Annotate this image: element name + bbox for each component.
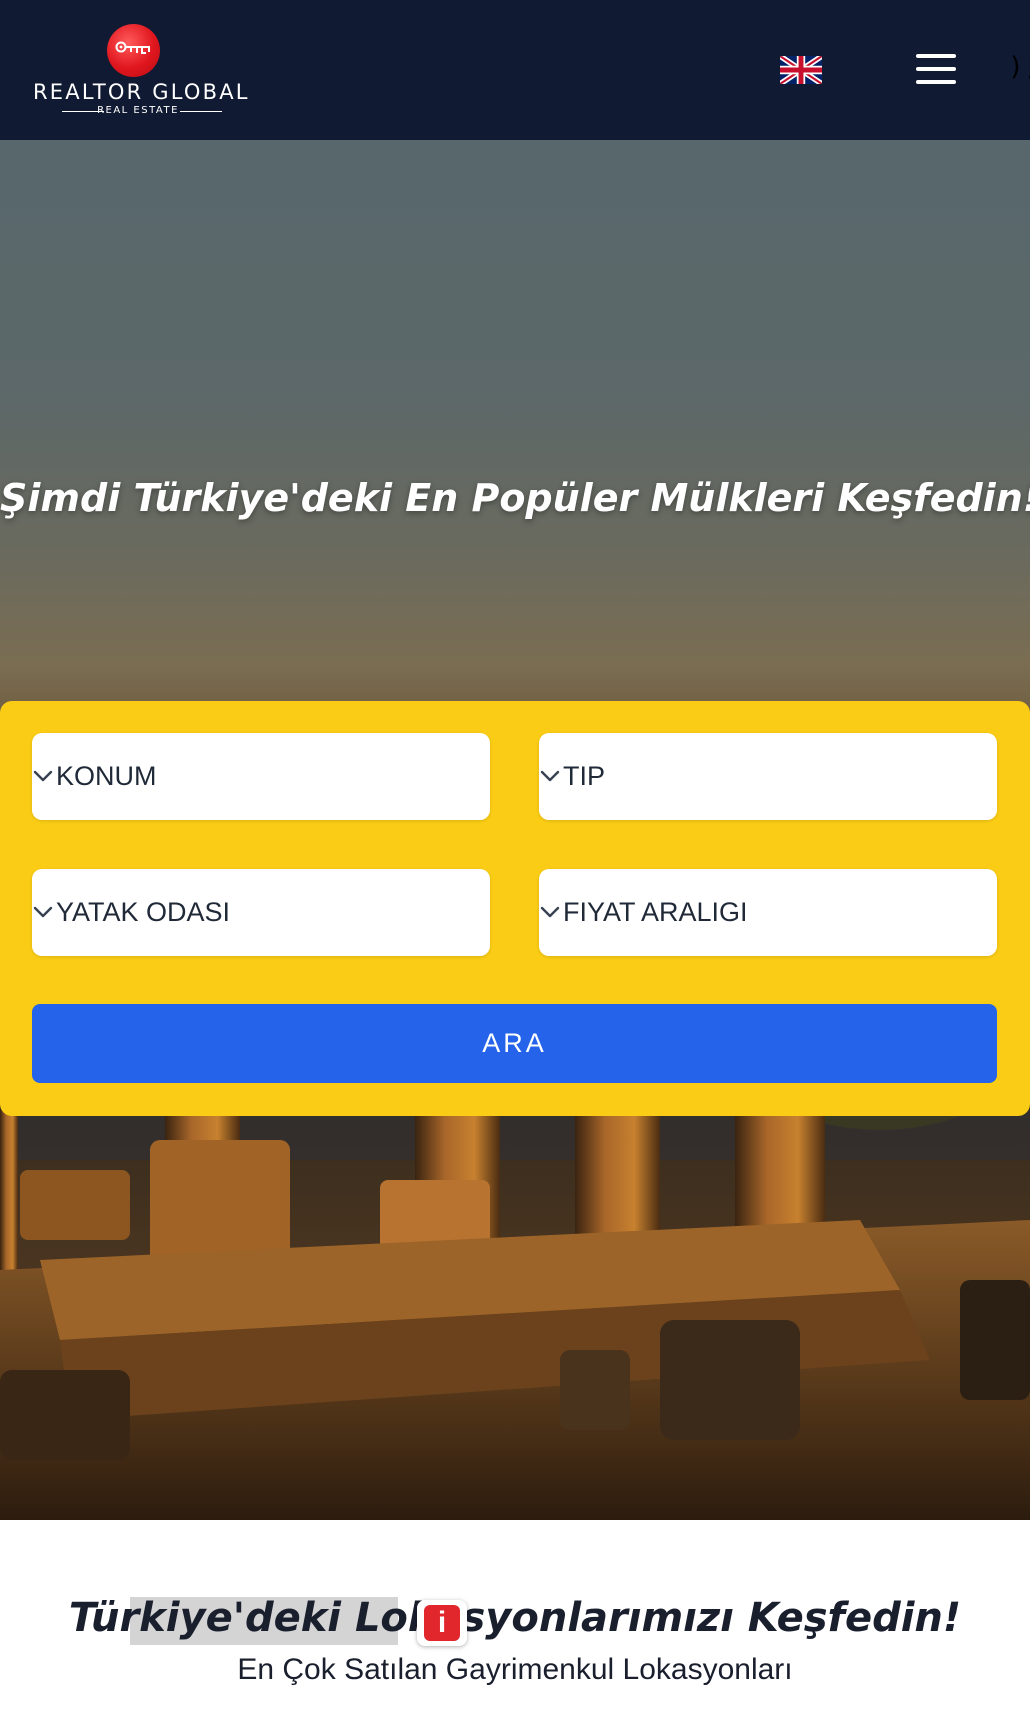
realtor-global-logo[interactable]: REALTOR GLOBAL REAL ESTATE: [0, 0, 280, 140]
logo-subtitle: REAL ESTATE: [97, 105, 179, 116]
bedrooms-select[interactable]: YATAK ODASI: [32, 869, 490, 956]
uk-flag-icon[interactable]: [780, 56, 822, 84]
chevron-down-icon: [540, 770, 560, 782]
hero-title: Şimdi Türkiye'deki En Popüler Mülkleri K…: [0, 476, 1030, 520]
chevron-down-icon: [33, 906, 53, 918]
locations-section: Türkiye'deki Lokasyonlarımızı Keşfedin! …: [0, 1520, 1030, 1710]
type-select-label: TIP: [563, 761, 606, 791]
type-select[interactable]: TIP: [539, 733, 997, 820]
price-range-select-label: FIYAT ARALIGI: [563, 897, 748, 927]
chevron-down-icon: [33, 770, 53, 782]
locations-subtitle: En Çok Satılan Gayrimenkul Lokasyonları: [237, 1653, 793, 1686]
chevron-down-icon: [540, 906, 560, 918]
property-search-panel: KONUM TIP YATAK ODASI FIYAT ARALIGI ARA: [0, 701, 1030, 1116]
extension-badge-icon[interactable]: i: [417, 1600, 467, 1646]
bedrooms-select-label: YATAK ODASI: [56, 897, 231, 927]
hero-banner: Şimdi Türkiye'deki En Popüler Mülkleri K…: [0, 140, 1030, 1520]
search-button[interactable]: ARA: [32, 1004, 997, 1083]
logo-divider-right: [180, 111, 222, 112]
logo-title: REALTOR GLOBAL: [33, 80, 250, 104]
key-logo-icon: [107, 24, 160, 77]
hamburger-menu-icon[interactable]: [914, 52, 958, 86]
extension-badge-letter: i: [424, 1605, 460, 1641]
stray-text: );: [1008, 52, 1030, 82]
site-header: REALTOR GLOBAL REAL ESTATE );: [0, 0, 1030, 140]
locations-title: Türkiye'deki Lokasyonlarımızı Keşfedin!: [68, 1595, 962, 1641]
price-range-select[interactable]: FIYAT ARALIGI: [539, 869, 997, 956]
location-select[interactable]: KONUM: [32, 733, 490, 820]
location-select-label: KONUM: [56, 761, 157, 791]
